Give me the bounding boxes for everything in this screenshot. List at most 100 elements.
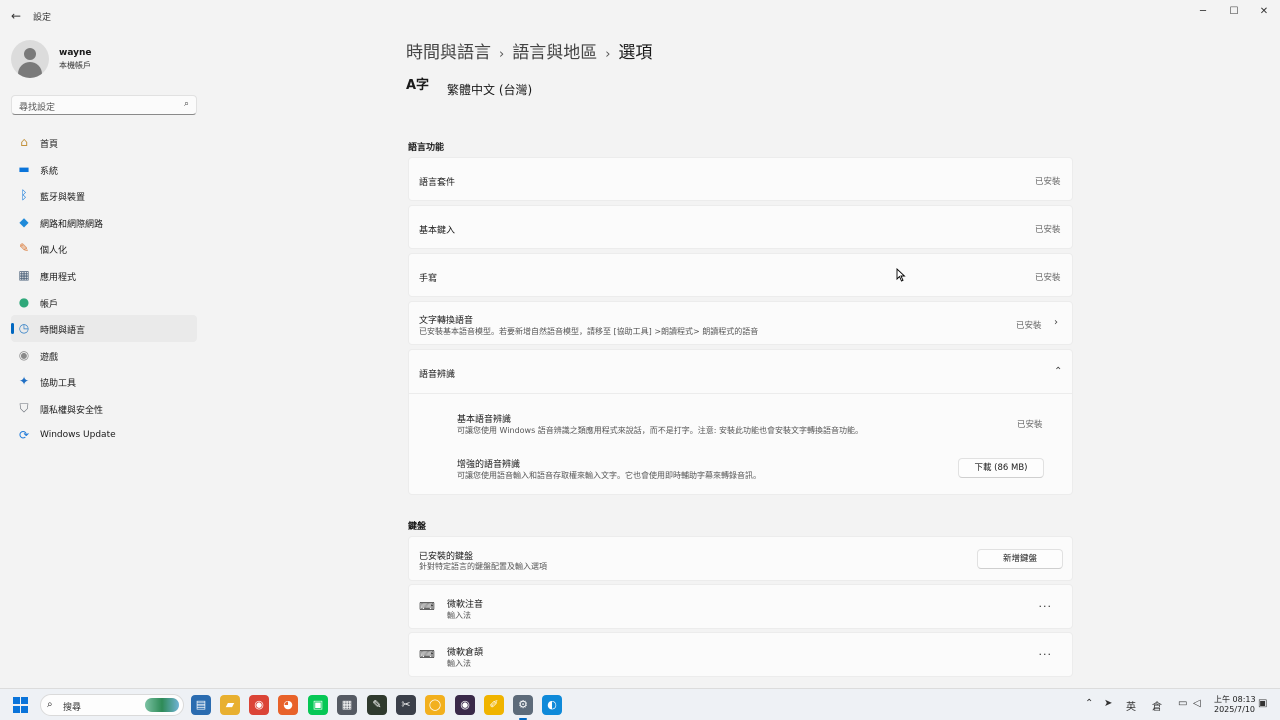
app-pen-icon[interactable]: ✐ — [484, 695, 504, 715]
sidebar-item-label: 藍牙與裝置 — [40, 193, 86, 204]
maximize-icon[interactable]: ☐ — [1222, 4, 1246, 20]
globe-clock-icon: ◷ — [18, 321, 30, 336]
row-label: 基本鍵入 — [419, 226, 456, 236]
sidebar-item-label: 應用程式 — [40, 272, 77, 283]
network-icon[interactable]: ▭ — [1178, 698, 1187, 709]
speech-recognition-header[interactable]: 語音辨識 ⌃ — [409, 350, 1072, 394]
row-label: 微軟倉頡 — [447, 648, 484, 658]
speech-recognition-card: 語音辨識 ⌃ 基本語音辨識 可讓您使用 Windows 語音辨識之類應用程式來說… — [408, 349, 1073, 495]
apps-icon: ▦ — [18, 267, 30, 282]
keyboard-item-bopomofo: ⌨ 微軟注音 輸入法 ··· — [408, 584, 1073, 629]
bluetooth-icon: ᛒ — [20, 188, 28, 203]
row-description: 輸入法 — [447, 659, 471, 668]
clock-date[interactable]: 2025/7/10 — [1214, 705, 1255, 714]
sidebar-item[interactable]: ◉ 遊戲 — [11, 342, 197, 369]
chevron-up-icon: ⌃ — [1054, 366, 1063, 377]
sidebar-item[interactable]: ▬ 系統 — [11, 156, 197, 183]
file-explorer-icon[interactable]: ▰ — [220, 695, 240, 715]
close-icon[interactable]: ✕ — [1252, 4, 1276, 20]
row-description: 可讓您使用語音輸入和語音存取權來輸入文字。它也會使用即時輔助字幕來轉錄音訊。 — [457, 471, 761, 480]
notification-icon[interactable]: ▣ — [1258, 698, 1267, 709]
status-text: 已安裝 — [1035, 225, 1061, 235]
avatar[interactable] — [11, 40, 49, 78]
account-type: 本機帳戶 — [59, 61, 91, 70]
sidebar-item[interactable]: ◆ 網路和網際網路 — [11, 209, 197, 236]
sticky-notes-icon[interactable]: ✎ — [367, 695, 387, 715]
sidebar-item[interactable]: ⛉ 隱私權與安全性 — [11, 395, 197, 422]
clock-time[interactable]: 上午 08:13 — [1214, 694, 1256, 705]
location-icon[interactable]: ➤ — [1104, 698, 1112, 709]
sidebar-item[interactable]: ✦ 協助工具 — [11, 368, 197, 395]
row-label: 增強的語音辨識 — [457, 460, 521, 470]
row-description: 已安裝基本語音模型。若要新增自然語音模型，請移至 [協助工具] >朗讀程式> 朗… — [419, 327, 759, 336]
search-placeholder: 尋找設定 — [19, 103, 56, 113]
back-arrow-icon[interactable]: ← — [8, 8, 24, 24]
text-to-speech-row[interactable]: 文字轉換語音 已安裝基本語音模型。若要新增自然語音模型，請移至 [協助工具] >… — [408, 301, 1073, 345]
wifi-icon: ◆ — [19, 214, 29, 229]
taskbar: ⌕ 搜尋 ▤ ▰ ◉ ◕ ▣ ▦ ✎ ✂ ◯ ◉ ✐ ⚙ ◐ ⌃ ➤ 英 倉 ▭ ◁ 上午 08:13 … — [0, 688, 1280, 720]
breadcrumb-current: 選項 — [618, 43, 653, 63]
language-pack-row: 語言套件 已安裝 — [408, 157, 1073, 201]
sidebar-item-label: 遊戲 — [40, 352, 59, 363]
firefox-icon[interactable]: ◕ — [278, 695, 298, 715]
row-label: 語言套件 — [419, 178, 456, 188]
start-button-windows-icon[interactable] — [13, 697, 29, 713]
sidebar-item[interactable]: ⟳ Windows Update — [11, 422, 197, 449]
basic-typing-row: 基本鍵入 已安裝 — [408, 205, 1073, 249]
line-icon[interactable]: ▣ — [308, 695, 328, 715]
row-label: 文字轉換語音 — [419, 316, 474, 326]
home-icon: ⌂ — [20, 135, 28, 149]
chrome-icon[interactable]: ◉ — [249, 695, 269, 715]
keyboard-icon: ⌨ — [419, 600, 435, 613]
sidebar-item[interactable]: ▦ 應用程式 — [11, 262, 197, 289]
taskbar-search[interactable]: ⌕ 搜尋 — [40, 694, 184, 716]
ime-cangjie-indicator[interactable]: 倉 — [1152, 698, 1162, 713]
installed-keyboards-row: 已安裝的鍵盤 針對特定語言的鍵盤配置及輸入選項 新增鍵盤 — [408, 536, 1073, 581]
more-options-icon[interactable]: ··· — [1039, 600, 1053, 613]
ime-mode-indicator[interactable]: 英 — [1126, 698, 1136, 713]
more-options-icon[interactable]: ··· — [1039, 648, 1053, 661]
language-icon: A字 — [406, 78, 430, 93]
app-orange-icon[interactable]: ◯ — [425, 695, 445, 715]
sidebar-item-label: 首頁 — [40, 140, 59, 150]
mouse-cursor-icon — [896, 268, 906, 282]
sidebar-item[interactable]: ᛒ 藍牙與裝置 — [11, 182, 197, 209]
sidebar-item-label: 網路和網際網路 — [40, 219, 104, 230]
accessibility-icon: ✦ — [18, 374, 30, 389]
status-text: 已安裝 — [1016, 321, 1042, 331]
row-description: 針對特定語言的鍵盤配置及輸入選項 — [419, 562, 547, 571]
search-highlight-image — [145, 698, 179, 712]
settings-search-input[interactable]: 尋找設定 ⌕ — [11, 95, 197, 115]
shield-icon: ⛉ — [19, 400, 29, 415]
add-keyboard-button[interactable]: 新增鍵盤 — [977, 549, 1063, 569]
snipping-tool-icon[interactable]: ✂ — [396, 695, 416, 715]
handwriting-row: 手寫 已安裝 — [408, 253, 1073, 297]
sidebar-item[interactable]: ⌂ 首頁 — [11, 129, 197, 156]
calculator-icon[interactable]: ▦ — [337, 695, 357, 715]
user-name: wayne — [59, 48, 92, 58]
settings-icon[interactable]: ⚙ — [513, 695, 533, 720]
brush-icon: ✎ — [18, 241, 30, 256]
tray-chevron-icon[interactable]: ⌃ — [1085, 698, 1093, 709]
keyboard-item-cangjie: ⌨ 微軟倉頡 輸入法 ··· — [408, 632, 1073, 677]
app-circle-icon[interactable]: ◉ — [455, 695, 475, 715]
edge-icon[interactable]: ◐ — [542, 695, 562, 715]
volume-icon[interactable]: ◁ — [1193, 698, 1201, 709]
sidebar-item-label: 協助工具 — [40, 379, 77, 390]
sidebar-item-label: 帳戶 — [40, 299, 59, 310]
sidebar-item-label: 系統 — [40, 166, 59, 177]
sidebar-item[interactable]: ● 帳戶 — [11, 289, 197, 316]
download-button[interactable]: 下載 (86 MB) — [958, 458, 1044, 478]
sidebar-item[interactable]: ✎ 個人化 — [11, 235, 197, 262]
sidebar-item-label: Windows Update — [40, 429, 116, 440]
search-icon: ⌕ — [183, 99, 189, 109]
breadcrumb-language-region[interactable]: 語言與地區 — [512, 43, 597, 63]
sidebar-item[interactable]: ◷ 時間與語言 — [11, 315, 197, 342]
row-description: 可讓您使用 Windows 語音辨識之類應用程式來說話，而不是打字。注意: 安裝… — [457, 426, 864, 435]
status-text: 已安裝 — [1035, 177, 1061, 187]
breadcrumb-time-language[interactable]: 時間與語言 — [406, 43, 491, 63]
notepad-icon[interactable]: ▤ — [191, 695, 211, 715]
minimize-icon[interactable]: ─ — [1191, 4, 1215, 20]
language-name: 繁體中文 (台灣) — [447, 83, 533, 97]
chevron-right-icon: › — [1054, 317, 1058, 328]
